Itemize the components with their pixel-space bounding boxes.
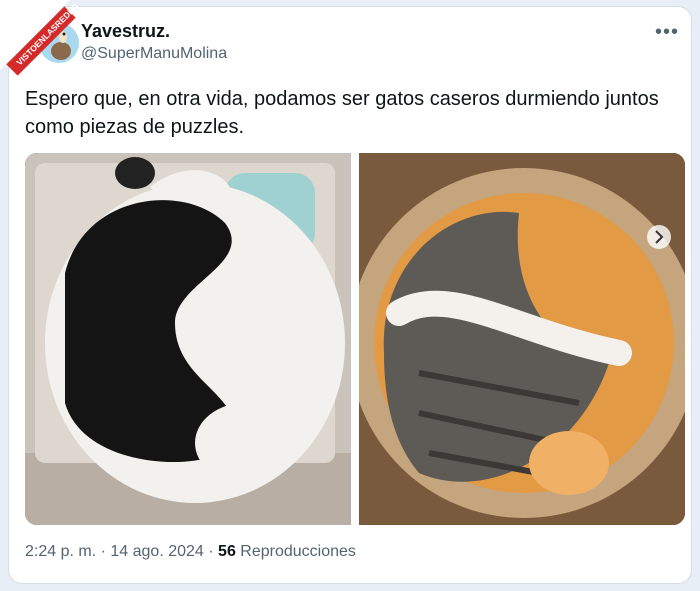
author-name[interactable]: Yavestruz. [81,21,170,42]
photo-black-white-cats[interactable] [25,153,351,525]
tweet-date[interactable]: 14 ago. 2024 [110,543,203,560]
watermark-logo: VISTOENLASREDES [0,0,81,76]
tweet-meta: 2:24 p. m. · 14 ago. 2024 · 56 Reproducc… [25,543,356,561]
author-handle[interactable]: @SuperManuMolina [81,45,227,63]
media-divider [351,153,359,525]
photo-tabby-orange-cats[interactable] [359,153,685,525]
meta-separator: · [100,543,106,560]
views-label: Reproducciones [240,543,356,560]
tweet-text: Espero que, en otra vida, podamos ser ga… [25,88,659,138]
media-grid[interactable] [25,153,685,525]
views-count: 56 [218,543,236,560]
more-horizontal-icon[interactable]: ••• [655,21,679,44]
tweet-card: Yavestruz. @SuperManuMolina ••• Espero q… [8,6,692,584]
meta-separator: · [208,543,214,560]
tweet-time[interactable]: 2:24 p. m. [25,543,96,560]
